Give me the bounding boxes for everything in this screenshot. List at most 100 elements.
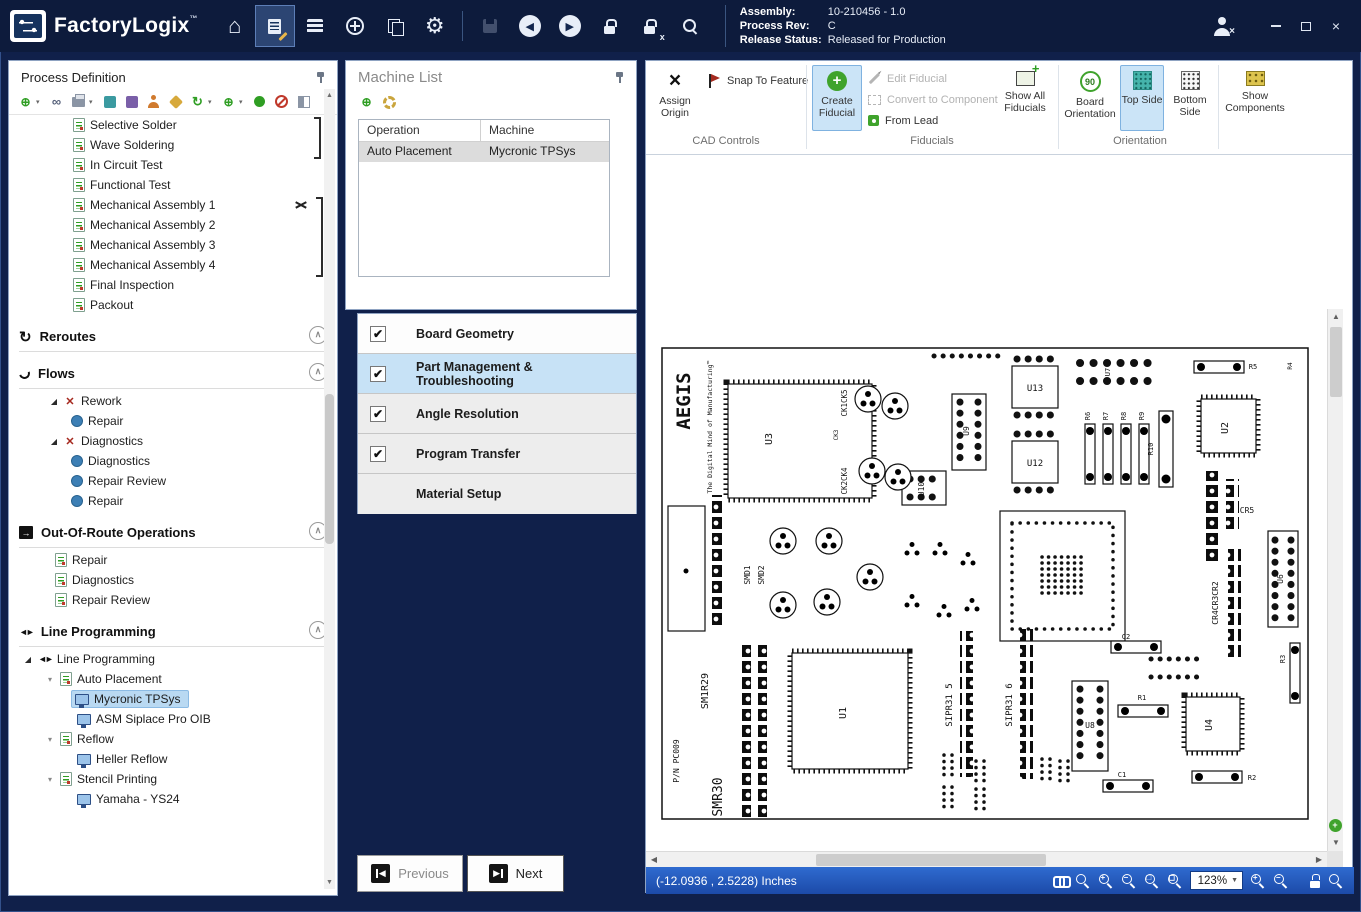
board-orientation-button[interactable]: 90 Board Orientation [1064, 65, 1116, 131]
logout-user-button[interactable]: × [1203, 6, 1241, 46]
flow-op-diagnostics[interactable]: Diagnostics [9, 451, 337, 471]
scroll-up-icon[interactable]: ▲ [324, 89, 335, 102]
flow-op-repair-2[interactable]: Repair [9, 491, 337, 511]
close-button[interactable]: × [1329, 19, 1343, 33]
checkbox-checked-icon[interactable]: ✔ [370, 406, 386, 422]
link-scale-icon[interactable] [1053, 876, 1068, 886]
wizard-step-board-geometry[interactable]: ✔ Board Geometry [358, 314, 636, 354]
process-definition-button[interactable] [256, 6, 294, 46]
wizard-step-part-management[interactable]: ✔ Part Management & Troubleshooting [358, 354, 636, 394]
line-programming-header[interactable]: ◄► Line Programming ∧ [19, 617, 327, 647]
view-lock-icon[interactable] [1309, 874, 1321, 888]
pin-icon[interactable] [614, 71, 626, 83]
maximize-button[interactable] [1299, 19, 1313, 33]
expander-icon[interactable]: ◢ [49, 397, 59, 406]
wizard-step-material-setup[interactable]: Material Setup [358, 474, 636, 514]
scroll-up-icon[interactable]: ▲ [1328, 309, 1344, 325]
lp-stencil-printing[interactable]: ▾Stencil Printing [9, 769, 337, 789]
process-op-selective-solder[interactable]: Selective Solder [9, 115, 337, 135]
process-op-packout[interactable]: Packout [9, 295, 337, 315]
stop-node-icon[interactable] [275, 95, 288, 108]
flow-op-repair[interactable]: Repair [9, 411, 337, 431]
zoom-fit-icon[interactable]: ◻ [1167, 873, 1183, 889]
save-button[interactable] [471, 6, 509, 46]
print-icon[interactable] [72, 97, 85, 107]
scroll-right-icon[interactable]: ▶ [1311, 852, 1327, 868]
unlock-button[interactable]: x [631, 6, 669, 46]
cad-vertical-scrollbar[interactable]: ▲ ▼ [1327, 309, 1343, 851]
reroutes-header[interactable]: ↻ Reroutes ∧ [19, 322, 327, 352]
oor-op-repair[interactable]: Repair [9, 550, 337, 570]
lp-auto-placement[interactable]: ▾Auto Placement [9, 669, 337, 689]
flow-group-diagnostics[interactable]: ◢✕Diagnostics [9, 431, 337, 451]
add-operation-icon[interactable]: ⊕ [17, 93, 34, 110]
checkbox-checked-icon[interactable]: ✔ [370, 446, 386, 462]
scroll-left-icon[interactable]: ◀ [646, 852, 662, 868]
expander-icon[interactable]: ▾ [45, 675, 55, 684]
zoom-out-step-icon[interactable]: − [1273, 873, 1289, 889]
zoom-out-icon[interactable]: − [1121, 873, 1137, 889]
back-button[interactable]: ◀ [511, 6, 549, 46]
expander-icon[interactable]: ▾ [45, 735, 55, 744]
next-button[interactable]: ▶ Next [467, 855, 564, 892]
lock-button[interactable] [591, 6, 629, 46]
process-op-functional-test[interactable]: Functional Test [9, 175, 337, 195]
pcb-canvas[interactable]: AEGISThe Digital Mind of Manufacturing™P… [646, 309, 1326, 851]
oor-op-diagnostics[interactable]: Diagnostics [9, 570, 337, 590]
process-op-final-inspection[interactable]: Final Inspection [9, 275, 337, 295]
lp-machine-asm-siplace[interactable]: ASM Siplace Pro OIB [9, 709, 337, 729]
add-operation-dropdown-icon[interactable]: ▾ [36, 98, 43, 106]
cad-viewport[interactable]: AEGISThe Digital Mind of Manufacturing™P… [646, 309, 1327, 851]
process-op-mechanical-assembly-2[interactable]: Mechanical Assembly 2 [9, 215, 337, 235]
process-op-mechanical-assembly-4[interactable]: Mechanical Assembly 4 [9, 255, 337, 275]
process-scrollbar[interactable]: ▲ ▼ [324, 89, 335, 889]
bottom-side-button[interactable]: Bottom Side [1166, 65, 1214, 131]
top-side-button[interactable]: Top Side [1120, 65, 1164, 131]
materials-button[interactable] [296, 6, 334, 46]
create-fiducial-button[interactable]: + Create Fiducial [812, 65, 862, 131]
zoom-level-select[interactable]: 123%▼ [1190, 871, 1243, 890]
start-node-icon[interactable] [254, 96, 265, 107]
flows-header[interactable]: Flows ∧ [19, 359, 327, 389]
checkbox-checked-icon[interactable]: ✔ [370, 366, 386, 382]
lp-machine-yamaha-ys24[interactable]: Yamaha - YS24 [9, 789, 337, 809]
pin-icon[interactable] [315, 71, 327, 83]
refresh-dropdown-icon[interactable]: ▾ [208, 98, 215, 106]
assign-user-icon[interactable] [147, 95, 160, 108]
process-op-mechanical-assembly-3[interactable]: Mechanical Assembly 3 [9, 235, 337, 255]
flow-group-rework[interactable]: ◢✕Rework [9, 391, 337, 411]
checkbox-checked-icon[interactable]: ✔ [370, 326, 386, 342]
forward-button[interactable]: ▶ [551, 6, 589, 46]
lp-root[interactable]: ◢◄►Line Programming [9, 649, 337, 669]
add-machine-icon[interactable]: ⊕ [358, 94, 375, 111]
zoom-in-step-icon[interactable]: + [1250, 873, 1266, 889]
edit-fiducial-button[interactable]: Edit Fiducial [868, 69, 947, 88]
component-icon[interactable] [126, 96, 138, 108]
convert-to-component-button[interactable]: Convert to Component [868, 90, 998, 109]
cad-horizontal-scrollbar[interactable]: ◀ ▶ [646, 851, 1327, 867]
lp-reflow[interactable]: ▾Reflow [9, 729, 337, 749]
expander-icon[interactable]: ◢ [23, 655, 33, 664]
lp-machine-mycronic-tpsys[interactable]: Mycronic TPSys [9, 689, 337, 709]
navigator-button[interactable] [336, 6, 374, 46]
wizard-step-angle-resolution[interactable]: ✔ Angle Resolution [358, 394, 636, 434]
oor-op-repair-review[interactable]: Repair Review [9, 590, 337, 610]
snap-to-feature-toggle[interactable]: Snap To Feature [708, 71, 808, 90]
zoom-selection-icon[interactable]: □ [1144, 873, 1160, 889]
process-op-wave-soldering[interactable]: Wave Soldering [9, 135, 337, 155]
previous-button[interactable]: ◀ Previous [357, 855, 463, 892]
refresh-icon[interactable]: ↻ [192, 94, 203, 110]
machine-settings-icon[interactable] [383, 96, 396, 109]
add-flow-dropdown-icon[interactable]: ▾ [239, 98, 246, 106]
minimize-button[interactable] [1269, 19, 1283, 33]
flow-op-repair-review[interactable]: Repair Review [9, 471, 337, 491]
swap-icon[interactable] [295, 199, 307, 211]
lp-machine-heller-reflow[interactable]: Heller Reflow [9, 749, 337, 769]
scrollbar-thumb[interactable] [325, 394, 334, 544]
process-op-in-circuit-test[interactable]: In Circuit Test [9, 155, 337, 175]
expander-icon[interactable]: ▾ [45, 775, 55, 784]
show-components-button[interactable]: Show Components [1224, 65, 1286, 131]
scrollbar-thumb[interactable] [1330, 327, 1342, 397]
out-of-route-header[interactable]: → Out-Of-Route Operations ∧ [19, 518, 327, 548]
scrollbar-thumb[interactable] [816, 854, 1046, 866]
